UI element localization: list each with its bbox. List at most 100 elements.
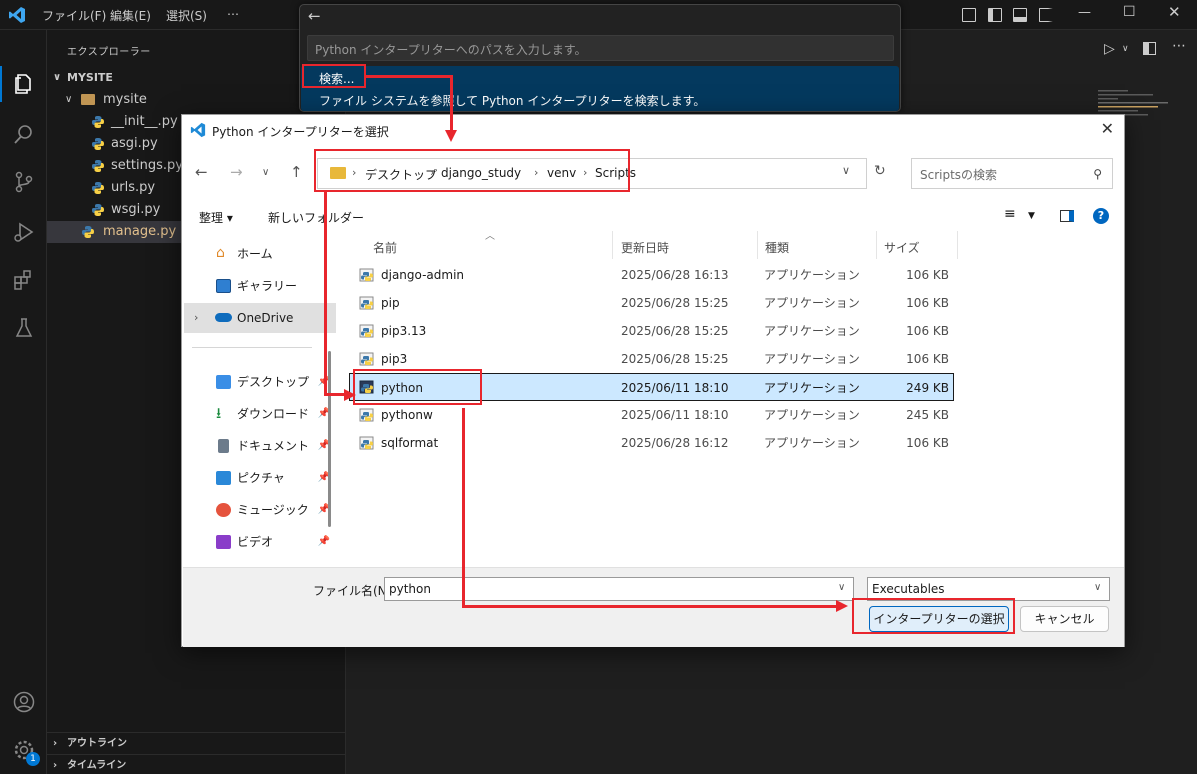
toggle-secondary-sidebar-icon[interactable] [1039,8,1053,22]
view-dropdown-icon[interactable]: ▼ [1028,211,1035,221]
annotation-line [462,408,465,608]
run-debug-icon[interactable] [12,220,36,244]
annotation-box-browse [302,64,366,88]
more-actions-icon[interactable]: ⋯ [1172,38,1186,54]
accounts-icon[interactable] [12,690,36,714]
view-options-icon[interactable]: ≡ [1004,206,1016,222]
toggle-primary-sidebar-icon[interactable] [988,8,1002,22]
python-exe-icon [359,436,374,450]
file-type: アプリケーション [764,296,860,310]
column-size[interactable]: サイズ [884,239,920,256]
pin-icon[interactable]: 📌 [318,527,330,557]
filetype-dropdown-icon[interactable]: ∨ [1094,582,1101,593]
file-row[interactable]: sqlformat 2025/06/28 16:12 アプリケーション 106 … [349,429,954,457]
filename-dropdown-icon[interactable]: ∨ [838,582,845,593]
customize-layout-icon[interactable] [962,8,976,22]
menu-edit[interactable]: 編集(E) [110,7,151,24]
nav-home[interactable]: ⌂ ホーム [184,239,336,269]
maximize-icon[interactable]: ☐ [1123,4,1136,20]
column-divider[interactable] [612,231,613,259]
column-divider[interactable] [957,231,958,259]
python-exe-icon [359,296,374,310]
new-folder-button[interactable]: 新しいフォルダー [268,209,364,226]
menu-selection[interactable]: 選択(S) [166,7,207,24]
chevron-down-icon: ∨ [65,94,73,105]
search-icon[interactable] [12,122,36,146]
file-label: wsgi.py [111,202,161,217]
explorer-icon[interactable] [12,72,36,96]
menu-file[interactable]: ファイル(F) [42,7,106,24]
testing-icon[interactable] [12,316,36,340]
nav-pictures-label: ピクチャ [237,471,285,485]
python-file-icon [92,160,104,172]
chevron-right-icon: › [194,311,199,324]
column-divider[interactable] [876,231,877,259]
file-date: 2025/06/11 18:10 [621,408,729,422]
run-file-icon[interactable]: ▷ [1104,41,1115,57]
address-dropdown-icon[interactable]: ∨ [842,164,850,177]
toggle-panel-icon[interactable] [1013,8,1027,22]
select-interpreter-dialog: Python インタープリターを選択 ✕ ← → ∨ ↑ › デスクトップ › … [181,114,1125,647]
dialog-close-icon[interactable]: ✕ [1101,119,1114,138]
nav-desktop-label: デスクトップ [237,375,310,389]
nav-music[interactable]: ミュージック 📌 [184,495,336,525]
file-date: 2025/06/28 15:25 [621,296,729,310]
file-label: asgi.py [111,136,158,151]
column-type[interactable]: 種類 [765,239,789,256]
up-folder-icon[interactable]: ↑ [290,163,303,181]
nav-documents[interactable]: ドキュメント 📌 [184,431,336,461]
video-icon [216,535,231,549]
file-row[interactable]: pip3.13 2025/06/28 15:25 アプリケーション 106 KB [349,317,954,345]
file-size: 106 KB [906,436,949,450]
forward-icon[interactable]: → [230,163,243,181]
column-name[interactable]: 名前 [373,239,397,256]
download-icon: ⭳ [216,404,222,422]
file-row[interactable]: pip 2025/06/28 15:25 アプリケーション 106 KB [349,289,954,317]
python-file-icon [92,182,104,194]
annotation-arrow-down [445,130,457,142]
sort-ascending-icon: ︿ [485,231,495,242]
cancel-button[interactable]: キャンセル [1020,606,1109,632]
refresh-icon[interactable]: ↻ [874,163,886,179]
file-label: manage.py [103,224,177,239]
back-icon[interactable]: ← [195,163,208,181]
column-divider[interactable] [757,231,758,259]
menu-more[interactable]: ⋯ [227,7,239,21]
close-window-icon[interactable]: ✕ [1168,3,1181,21]
timeline-section[interactable]: › タイムライン [47,754,346,774]
minimize-icon[interactable]: — [1078,5,1091,20]
file-size: 245 KB [906,408,949,422]
filename-input[interactable]: python [384,577,854,601]
nav-onedrive[interactable]: › OneDrive [184,303,336,333]
annotation-line [366,75,453,78]
interpreter-path-input[interactable]: Python インタープリターへのパスを入力します。 [307,35,894,61]
file-type: アプリケーション [764,324,860,338]
chevron-down-icon[interactable]: ∨ [1122,44,1129,54]
folder-search-input[interactable]: Scriptsの検索 ⚲ [911,158,1113,189]
file-row[interactable]: pythonw 2025/06/11 18:10 アプリケーション 245 KB [349,401,954,429]
preview-pane-icon[interactable] [1060,210,1074,222]
column-date[interactable]: 更新日時 [621,239,669,256]
annotation-line [450,75,453,130]
nav-desktop[interactable]: デスクトップ 📌 [184,367,336,397]
nav-videos[interactable]: ビデオ 📌 [184,527,336,557]
back-arrow-icon[interactable]: ← [308,7,321,25]
browse-interpreter-option[interactable]: 検索... ファイル システムを参照して Python インタープリターを検索し… [301,66,899,111]
help-icon[interactable]: ? [1093,208,1109,224]
nav-downloads[interactable]: ⭳ ダウンロード 📌 [184,399,336,429]
nav-gallery[interactable]: ギャラリー [184,271,336,301]
recent-locations-icon[interactable]: ∨ [262,167,269,178]
annotation-arrow-right [836,600,848,612]
nav-videos-label: ビデオ [237,535,274,549]
file-type: アプリケーション [764,381,860,395]
nav-pictures[interactable]: ピクチャ 📌 [184,463,336,493]
nav-scrollbar[interactable] [328,351,331,527]
source-control-icon[interactable] [12,170,36,194]
file-row[interactable]: django-admin 2025/06/28 16:13 アプリケーション 1… [349,261,954,289]
extensions-icon[interactable] [12,268,36,292]
split-editor-icon[interactable] [1143,42,1156,55]
file-size: 106 KB [906,296,949,310]
python-file-icon [92,204,104,216]
organize-button[interactable]: 整理 ▾ [199,209,233,226]
outline-section[interactable]: › アウトライン [47,732,346,754]
